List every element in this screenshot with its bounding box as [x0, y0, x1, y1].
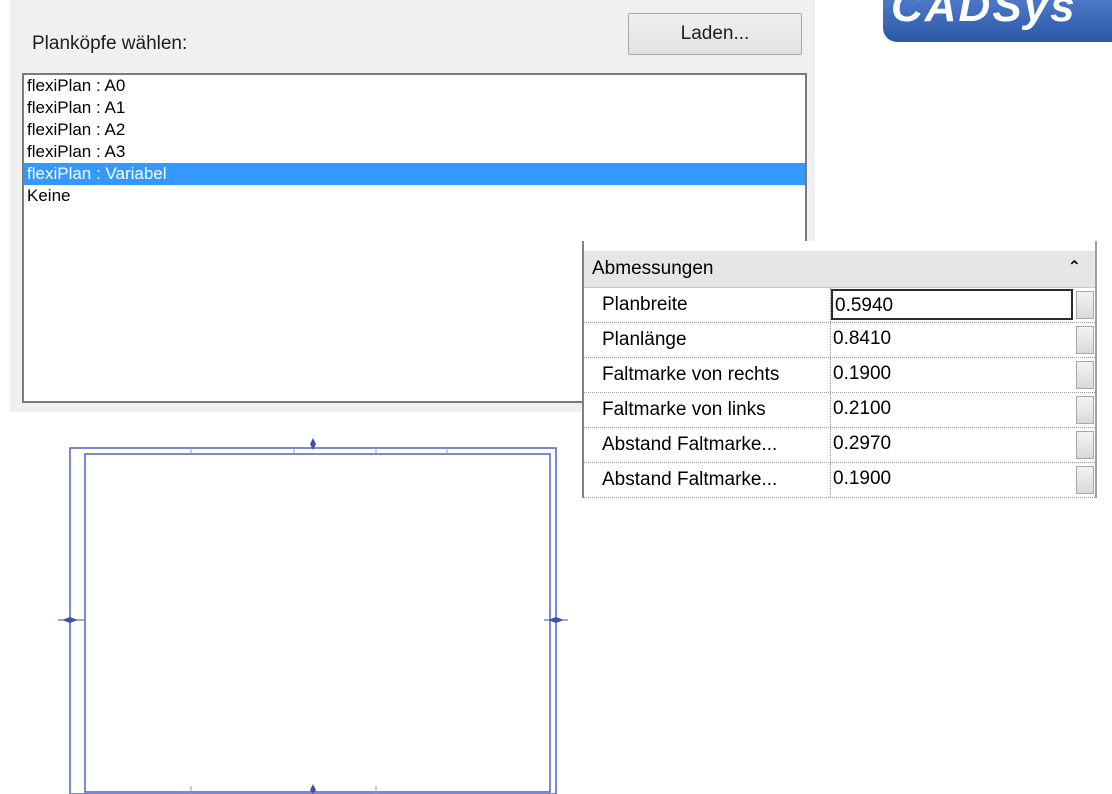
dialog-label: Planköpfe wählen: [32, 33, 188, 54]
property-value-field[interactable]: 0.2100 [831, 394, 1073, 425]
property-row[interactable]: Planbreite 0.5940 [584, 288, 1095, 323]
list-item[interactable]: flexiPlan : A2 [24, 119, 805, 141]
property-value-field[interactable]: 0.2970 [831, 429, 1073, 460]
sheet-inner-frame [84, 453, 551, 793]
property-name: Abstand Faltmarke... [602, 469, 778, 490]
property-row[interactable]: Abstand Faltmarke... 0.2970 [584, 428, 1095, 463]
property-row[interactable]: Faltmarke von links 0.2100 [584, 393, 1095, 428]
row-button[interactable] [1076, 326, 1094, 354]
property-name: Planbreite [602, 294, 688, 315]
double-chevron-up-icon[interactable]: ⌃ [1068, 257, 1081, 279]
row-button[interactable] [1076, 361, 1094, 389]
property-value-field[interactable]: 0.1900 [831, 359, 1073, 390]
list-item-selected[interactable]: flexiPlan : Variabel [24, 163, 805, 185]
property-name: Planlänge [602, 329, 687, 350]
property-row[interactable]: Planlänge 0.8410 [584, 323, 1095, 358]
list-item[interactable]: flexiPlan : A1 [24, 97, 805, 119]
load-button[interactable]: Laden... [628, 13, 802, 55]
row-button[interactable] [1076, 431, 1094, 459]
property-name: Faltmarke von rechts [602, 364, 780, 385]
row-button[interactable] [1076, 396, 1094, 424]
property-value-field[interactable]: 0.5940 [831, 289, 1073, 320]
group-header-abmessungen[interactable]: Abmessungen ⌃ [584, 251, 1095, 288]
property-value-field[interactable]: 0.1900 [831, 464, 1073, 495]
sheet-preview [58, 438, 568, 794]
property-name: Abstand Faltmarke... [602, 434, 778, 455]
row-button[interactable] [1076, 466, 1094, 494]
property-row[interactable]: Faltmarke von rechts 0.1900 [584, 358, 1095, 393]
property-row[interactable]: Abstand Faltmarke... 0.1900 [584, 463, 1095, 498]
list-item[interactable]: flexiPlan : A3 [24, 141, 805, 163]
list-item[interactable]: Keine [24, 185, 805, 207]
cadsys-logo: CADSys [883, 0, 1112, 42]
property-value-field[interactable]: 0.8410 [831, 324, 1073, 355]
property-name: Faltmarke von links [602, 399, 766, 420]
logo-text: CADSys [891, 0, 1077, 31]
list-item[interactable]: flexiPlan : A0 [24, 75, 805, 97]
row-button[interactable] [1076, 291, 1094, 319]
group-title: Abmessungen [592, 258, 714, 279]
sheet-outer-frame [69, 447, 557, 794]
properties-panel: Abmessungen ⌃ Planbreite 0.5940 Planläng… [582, 241, 1097, 498]
